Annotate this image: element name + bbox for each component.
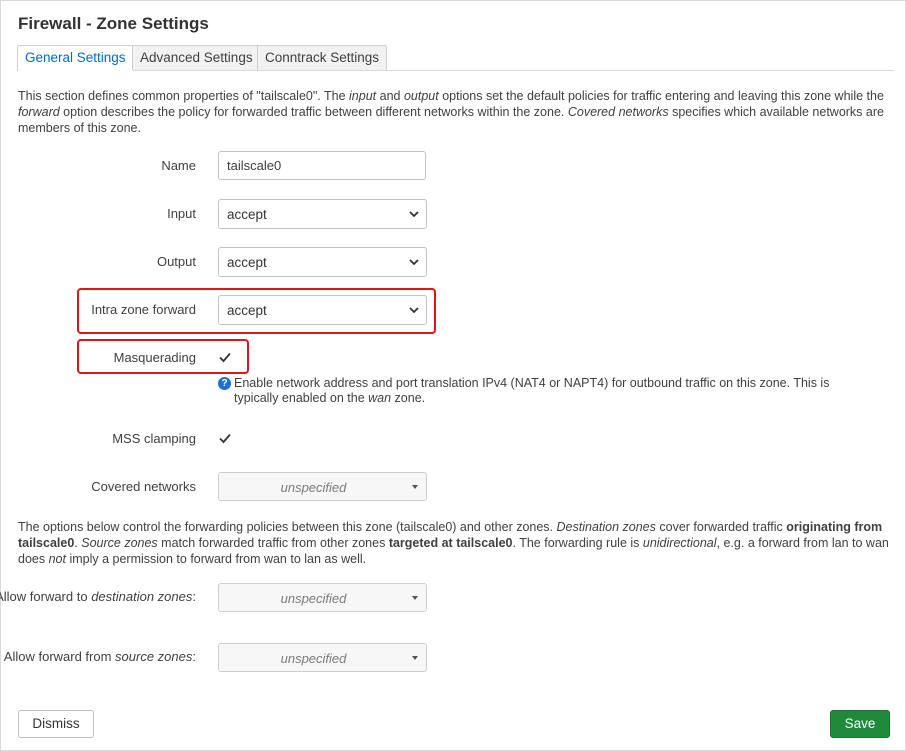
tab-conntrack-settings[interactable]: Conntrack Settings (257, 45, 388, 70)
chevron-down-icon (409, 259, 419, 266)
forwarding-description: The options below control the forwarding… (18, 520, 889, 566)
section-description: This section defines common properties o… (18, 89, 884, 135)
checkmark-icon (219, 352, 231, 363)
input-label: Input (167, 206, 196, 221)
tab-advanced-settings[interactable]: Advanced Settings (132, 45, 261, 70)
covered-networks-value: unspecified (280, 480, 347, 495)
output-policy-value: accept (227, 255, 267, 270)
output-policy-select[interactable]: accept (218, 247, 427, 277)
mss-clamping-label: MSS clamping (112, 431, 196, 446)
dismiss-button[interactable]: Dismiss (18, 710, 94, 738)
chevron-down-icon (409, 307, 419, 314)
tab-bar: General Settings Advanced Settings Connt… (17, 45, 894, 71)
covered-networks-dropdown[interactable]: unspecified (218, 472, 427, 501)
input-policy-value: accept (227, 207, 267, 222)
chevron-down-icon (409, 211, 419, 218)
tab-general-settings[interactable]: General Settings (17, 45, 134, 71)
allow-forward-to-label: Allow forward to destination zones: (0, 589, 196, 604)
zone-settings-modal: Firewall - Zone Settings General Setting… (0, 0, 906, 751)
allow-forward-from-dropdown[interactable]: unspecified (218, 643, 427, 672)
allow-forward-to-value: unspecified (280, 591, 347, 606)
intra-zone-forward-value: accept (227, 303, 267, 318)
mss-clamping-checkbox[interactable] (218, 431, 232, 445)
allow-forward-from-label: Allow forward from source zones: (3, 649, 196, 664)
allow-forward-to-dropdown[interactable]: unspecified (218, 583, 427, 612)
masquerading-checkbox[interactable] (218, 350, 232, 364)
modal-title: Firewall - Zone Settings (18, 14, 209, 33)
masquerading-label: Masquerading (113, 350, 196, 365)
covered-networks-label: Covered networks (91, 479, 196, 494)
intra-zone-forward-label: Intra zone forward (91, 302, 196, 317)
checkmark-icon (219, 433, 231, 444)
caret-down-icon (412, 596, 418, 600)
name-label: Name (161, 158, 196, 173)
caret-down-icon (412, 656, 418, 660)
output-label: Output (156, 254, 196, 269)
intra-zone-forward-select[interactable]: accept (218, 295, 427, 325)
name-input[interactable] (218, 151, 426, 180)
masquerading-help-text: Enable network address and port translat… (234, 376, 830, 405)
question-circle-icon: ? (218, 377, 231, 390)
save-button[interactable]: Save (830, 710, 890, 738)
input-policy-select[interactable]: accept (218, 199, 427, 229)
allow-forward-from-value: unspecified (280, 651, 347, 666)
caret-down-icon (412, 485, 418, 489)
